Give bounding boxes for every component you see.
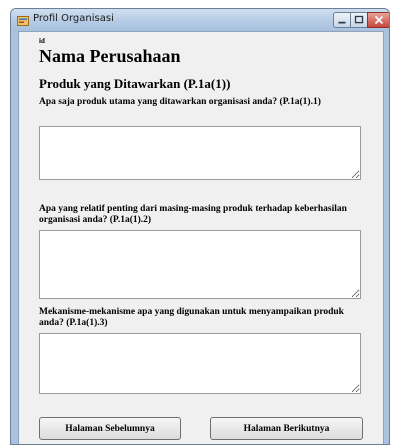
close-button[interactable]	[367, 12, 389, 28]
question-3-textarea[interactable]	[39, 333, 361, 394]
section-title: Produk yang Ditawarkan (P.1a(1))	[39, 76, 231, 91]
close-icon	[374, 15, 384, 25]
id-label: id	[39, 37, 45, 45]
question-1-textarea[interactable]	[39, 126, 361, 180]
window-title: Profil Organisasi	[33, 13, 114, 24]
previous-page-button[interactable]: Halaman Sebelumnya	[39, 417, 181, 440]
question-2-textarea[interactable]	[39, 230, 361, 299]
question-2-label: Apa yang relatif penting dari masing-mas…	[39, 204, 347, 225]
form-body: id Nama Perusahaan Produk yang Ditawarka…	[18, 31, 384, 444]
company-name-heading: Nama Perusahaan	[39, 46, 181, 66]
question-3-label: Mekanisme-mekanisme apa yang digunakan u…	[39, 307, 344, 328]
form-app-icon	[17, 14, 29, 26]
maximize-button[interactable]	[350, 12, 368, 28]
title-bar[interactable]: Profil Organisasi	[11, 9, 389, 31]
question-1-label: Apa saja produk utama yang ditawarkan or…	[39, 97, 321, 107]
next-page-button[interactable]: Halaman Berikutnya	[210, 417, 363, 440]
maximize-icon	[354, 15, 364, 24]
minimize-button[interactable]	[333, 12, 351, 28]
app-window: Profil Organisasi id Nama Perusahaan Pro…	[10, 8, 390, 445]
minimize-icon	[338, 21, 346, 24]
